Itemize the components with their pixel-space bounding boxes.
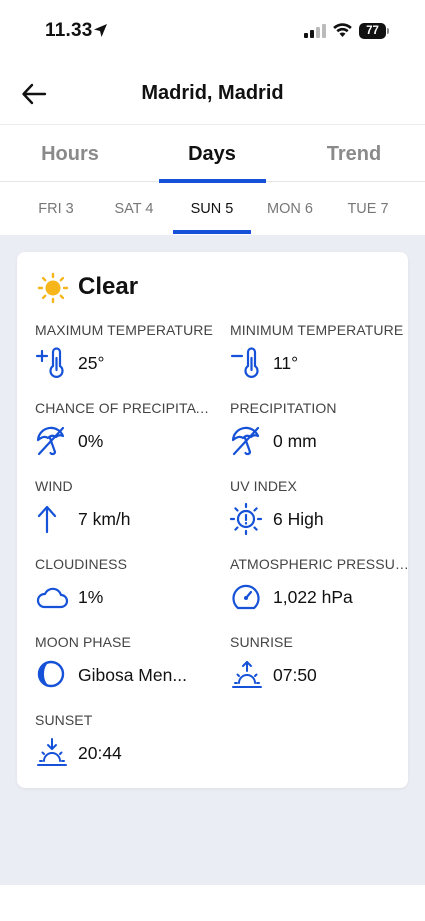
day-sat-4[interactable]: SAT 4: [94, 201, 174, 217]
day-indicator: [173, 230, 251, 234]
status-time: 11.33: [45, 20, 93, 41]
moon-phase-label: MOON PHASE: [35, 634, 131, 650]
precipitation: PRECIPITATION 0 mm: [230, 400, 410, 470]
day-mon-6[interactable]: MON 6: [250, 201, 330, 217]
atmospheric-pressure-value: 1,022 hPa: [273, 587, 353, 607]
chance-of-precipitation-value: 0%: [78, 431, 104, 451]
uv-index-value: 6 High: [273, 509, 324, 529]
uv-index-icon: [230, 502, 263, 536]
min-temperature: MINIMUM TEMPERATURE 11°: [230, 322, 410, 392]
precipitation-value: 0 mm: [273, 431, 317, 451]
moon-phase-icon: [37, 660, 65, 688]
cloud-icon: [36, 587, 69, 609]
bottom-bar: [0, 885, 425, 921]
moon-phase-value: Gibosa Men...: [78, 665, 187, 685]
uv-index: UV INDEX 6 High: [230, 478, 410, 548]
umbrella-off-icon: [231, 426, 260, 456]
sunset-label: SUNSET: [35, 712, 93, 728]
wind: WIND 7 km/h: [35, 478, 215, 548]
max-temperature-value: 25°: [78, 353, 105, 373]
sunset-icon: [37, 738, 67, 766]
sunset: SUNSET 20:44: [35, 712, 215, 782]
atmospheric-pressure: ATMOSPHERIC PRESSURE 1,022 hPa: [230, 556, 410, 626]
sunrise: SUNRISE 07:50: [230, 634, 410, 704]
wind-value: 7 km/h: [78, 509, 131, 529]
day-selector: FRI 3 SAT 4 SUN 5 MON 6 TUE 7: [0, 183, 425, 235]
wind-label: WIND: [35, 478, 73, 494]
wifi-icon: [333, 23, 352, 37]
battery-level: 77: [366, 25, 379, 37]
max-temperature-label: MAXIMUM TEMPERATURE: [35, 322, 213, 338]
umbrella-off-icon: [36, 426, 65, 456]
location-arrow-icon: [94, 24, 107, 37]
day-detail-card: Clear MAXIMUM TEMPERATURE 25° MINIMUM TE…: [17, 252, 410, 788]
status-bar: 11.33 77: [0, 0, 425, 62]
tab-trend[interactable]: Trend: [304, 143, 404, 166]
cloudiness: CLOUDINESS 1%: [35, 556, 215, 626]
sunset-value: 20:44: [78, 743, 122, 763]
page-title: Madrid, Madrid: [141, 82, 284, 104]
precipitation-label: PRECIPITATION: [230, 400, 337, 416]
max-temperature: MAXIMUM TEMPERATURE 25°: [35, 322, 215, 392]
moon-phase: MOON PHASE Gibosa Men...: [35, 634, 215, 704]
header: Madrid, Madrid: [0, 62, 425, 124]
thermometer-plus-icon: [35, 347, 64, 378]
sunrise-value: 07:50: [273, 665, 317, 685]
cloudiness-value: 1%: [78, 587, 104, 607]
min-temperature-value: 11°: [273, 353, 299, 373]
day-fri-3[interactable]: FRI 3: [16, 201, 96, 217]
tab-bar: Hours Days Trend: [0, 124, 425, 183]
battery-icon: 77: [359, 23, 390, 39]
atmospheric-pressure-label: ATMOSPHERIC PRESSURE: [230, 556, 410, 572]
sunrise-label: SUNRISE: [230, 634, 293, 650]
chance-of-precipitation-label: CHANCE OF PRECIPITATI...: [35, 400, 215, 416]
cellular-signal-icon: [304, 24, 326, 38]
condition-label: Clear: [78, 273, 139, 300]
tab-days[interactable]: Days: [162, 143, 262, 166]
day-tue-7[interactable]: TUE 7: [328, 201, 408, 217]
sunrise-icon: [232, 661, 262, 688]
pressure-gauge-icon: [232, 584, 260, 610]
day-sun-5[interactable]: SUN 5: [172, 201, 252, 217]
wind-arrow-icon: [37, 505, 57, 534]
tab-hours[interactable]: Hours: [20, 143, 120, 166]
chance-of-precipitation: CHANCE OF PRECIPITATI... 0%: [35, 400, 215, 470]
uv-index-label: UV INDEX: [230, 478, 297, 494]
sun-icon: [37, 272, 69, 304]
cloudiness-label: CLOUDINESS: [35, 556, 128, 572]
min-temperature-label: MINIMUM TEMPERATURE: [230, 322, 404, 338]
thermometer-minus-icon: [230, 347, 259, 378]
